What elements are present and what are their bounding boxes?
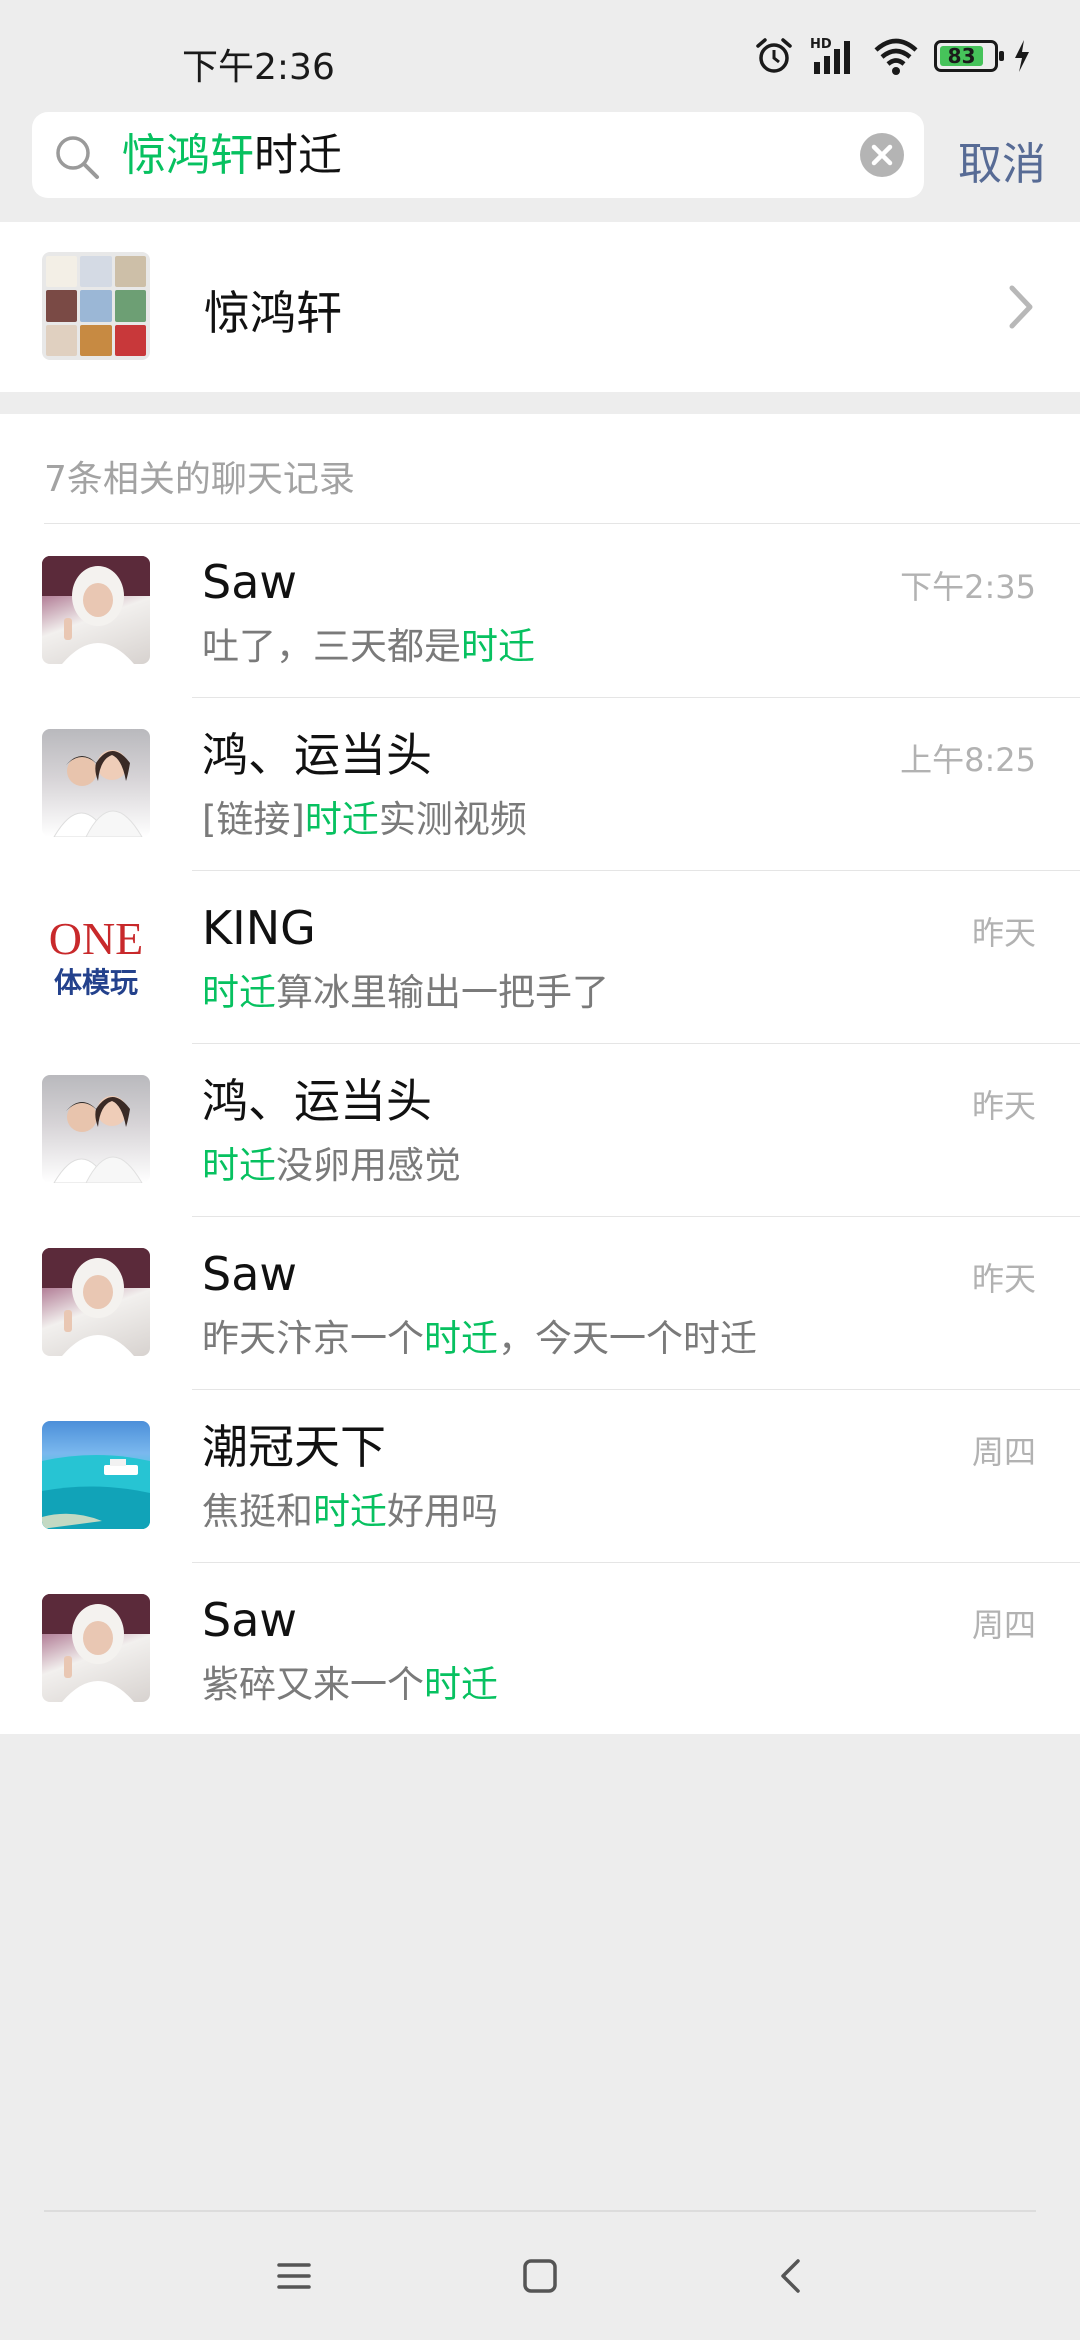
message-text: 实测视频 [378, 798, 527, 841]
message-text: 没卵用感觉 [276, 1144, 461, 1187]
divider [192, 1216, 1080, 1217]
record-name: 鸿、运当头 [202, 728, 432, 782]
record-row[interactable]: Saw 昨天昨天汴京一个时迁，今天一个时迁 [0, 1216, 1080, 1389]
home-icon[interactable] [522, 2258, 558, 2294]
records-header: 7条相关的聊天记录 [44, 459, 355, 500]
avatar: ONE 体模玩 [42, 902, 150, 1010]
search-row: 惊鸿轩时迁 取消 [0, 110, 1080, 222]
record-time: 周四 [971, 1433, 1036, 1471]
status-bar: 下午2:36 HD 83 [0, 0, 1080, 110]
message-highlight: 时迁 [424, 1663, 498, 1706]
message-highlight: 时迁 [202, 971, 276, 1014]
search-query[interactable]: 惊鸿轩时迁 [122, 130, 342, 182]
divider [192, 697, 1080, 698]
message-highlight: 时迁 [313, 1490, 387, 1533]
search-query-highlight: 惊鸿轩 [122, 130, 254, 181]
record-row[interactable]: Saw 周四紫碎又来一个时迁 [0, 1562, 1080, 1735]
chat-records-section: 7条相关的聊天记录 Saw 下午2:35 吐了，三天都是时迁 鸿、运当头 上午8:25[… [0, 414, 1080, 1734]
king-avatar-line1: ONE [49, 913, 144, 964]
alarm-icon [756, 38, 792, 73]
record-message: 昨天汴京一个时迁，今天一个时迁 [202, 1316, 757, 1362]
record-name: Saw [202, 1593, 298, 1647]
record-row[interactable]: ONE 体模玩 KING 昨天时迁算冰里输出一把手了 [0, 870, 1080, 1043]
search-icon [56, 136, 99, 179]
back-icon[interactable] [776, 2258, 804, 2294]
record-name: Saw [202, 1247, 298, 1301]
signal-icon: HD [810, 37, 850, 74]
record-list: Saw 下午2:35 吐了，三天都是时迁 鸿、运当头 上午8:25 [链接]时迁实测视频 O… [0, 524, 1080, 1735]
message-highlight: 时迁 [202, 1144, 276, 1187]
message-text: ，今天一个时迁 [498, 1317, 757, 1360]
record-name: KING [202, 901, 316, 955]
message-text: 吐了，三天都是 [202, 625, 461, 668]
record-message: 吐了，三天都是时迁 [202, 624, 535, 670]
record-message: 时迁算冰里输出一把手了 [202, 970, 609, 1016]
message-text: 紫碎又来一个 [202, 1663, 424, 1706]
message-text: 焦挺和 [202, 1490, 313, 1533]
record-message: [链接]时迁实测视频 [202, 797, 527, 843]
record-name: 鸿、运当头 [202, 1074, 432, 1128]
record-row[interactable]: 潮冠天下 周四焦挺和时迁好用吗 [0, 1389, 1080, 1562]
chevron-right-icon [1009, 285, 1033, 329]
record-row[interactable]: 鸿、运当头 昨天时迁没卵用感觉 [0, 1043, 1080, 1216]
record-message: 时迁没卵用感觉 [202, 1143, 461, 1189]
divider [192, 1043, 1080, 1044]
record-message: 焦挺和时迁好用吗 [202, 1489, 498, 1535]
avatar [42, 1594, 150, 1702]
search-results-screen: 下午2:36 HD 83 惊鸿轩时迁 取消 惊鸿轩 7条相关的聊天记录 Saw … [0, 0, 1080, 2340]
group-avatar [42, 252, 150, 360]
clear-icon[interactable] [860, 133, 904, 177]
message-text: 昨天汴京一个 [202, 1317, 424, 1360]
record-name: 潮冠天下 [202, 1420, 386, 1474]
message-highlight: 时迁 [304, 798, 379, 841]
menu-icon[interactable] [276, 2258, 312, 2294]
contact-name: 惊鸿轩 [204, 286, 342, 340]
status-icons: HD 83 [754, 36, 1032, 76]
record-time: 昨天 [971, 1260, 1036, 1298]
contact-result[interactable]: 惊鸿轩 [0, 222, 1080, 392]
message-text: 好用吗 [387, 1490, 498, 1533]
avatar [42, 1421, 150, 1529]
record-time: 下午2:35 [900, 568, 1036, 606]
record-time: 昨天 [971, 914, 1036, 952]
avatar [42, 729, 150, 837]
divider [192, 1562, 1080, 1563]
divider [192, 870, 1080, 871]
record-row[interactable]: Saw 下午2:35 吐了，三天都是时迁 [0, 524, 1080, 697]
record-name: Saw [202, 555, 298, 609]
avatar [42, 556, 150, 664]
divider [192, 1389, 1080, 1390]
status-time: 下午2:36 [182, 47, 335, 88]
message-text: [链接] [202, 798, 305, 841]
message-highlight: 时迁 [461, 625, 535, 668]
battery-level: 83 [940, 44, 984, 68]
wifi-icon [874, 38, 918, 75]
navigation-bar [0, 2212, 1080, 2340]
king-avatar-line2: 体模玩 [54, 966, 138, 999]
battery-icon: 83 [934, 40, 1004, 72]
avatar [42, 1075, 150, 1183]
search-query-rest: 时迁 [254, 130, 342, 181]
record-row[interactable]: 鸿、运当头 上午8:25 [链接]时迁实测视频 [0, 697, 1080, 870]
charging-icon [1015, 40, 1029, 72]
message-text: 算冰里输出一把手了 [276, 971, 609, 1014]
record-time: 上午8:25 [900, 741, 1036, 779]
record-message: 紫碎又来一个时迁 [202, 1662, 498, 1708]
message-highlight: 时迁 [424, 1317, 498, 1360]
cancel-button[interactable]: 取消 [958, 128, 1046, 192]
avatar [42, 1248, 150, 1356]
search-input[interactable]: 惊鸿轩时迁 [32, 112, 924, 198]
network-label: HD [810, 37, 832, 52]
record-time: 周四 [971, 1606, 1036, 1644]
record-time: 昨天 [971, 1087, 1036, 1125]
